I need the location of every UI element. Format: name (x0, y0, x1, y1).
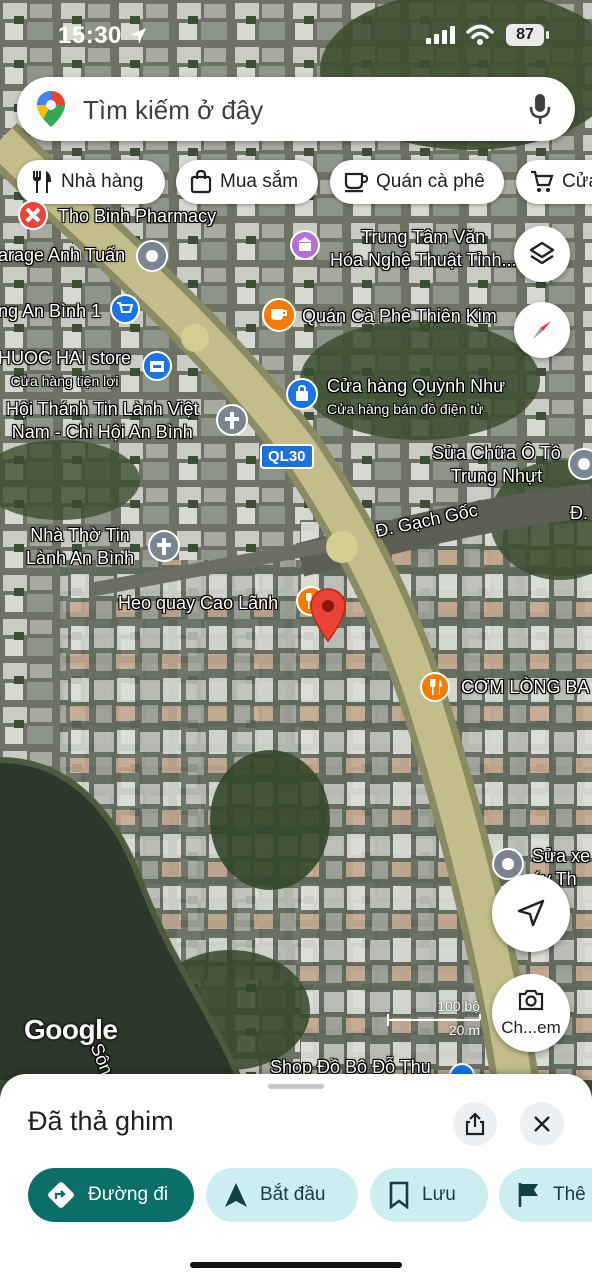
compass-icon (533, 321, 551, 339)
google-maps-pin-icon (37, 91, 65, 127)
battery-tip (546, 31, 549, 39)
directions-label: Đường đi (88, 1184, 169, 1205)
chip-label: Quán cà phê (376, 171, 485, 192)
coffee-cup-icon (344, 172, 368, 193)
chip-label: Nhà hàng (61, 171, 144, 192)
scale-bar (387, 1014, 481, 1026)
poi-store-hai[interactable]: HUOC HAI store Cửa hàng tiện lợi (0, 347, 131, 393)
poi-pharmacy[interactable]: Tho Binh Pharmacy (58, 205, 216, 228)
poi-evangelical-church[interactable]: Hội Thánh Tin Lành Việt Nam - Chi Hội An … (6, 398, 198, 444)
add-label-button[interactable]: Thê (499, 1168, 592, 1222)
google-logo: Google (24, 1014, 118, 1045)
navigation-arrow-icon (225, 1183, 247, 1207)
status-bar: 15:30 87 (0, 0, 592, 70)
sheet-drag-handle[interactable] (268, 1084, 324, 1089)
search-input[interactable]: Tìm kiếm ở đây (83, 95, 263, 126)
flag-icon (518, 1183, 538, 1207)
pin-icon[interactable] (136, 240, 168, 272)
layers-icon (529, 241, 555, 265)
close-icon (534, 1116, 550, 1132)
home-indicator[interactable] (190, 1262, 402, 1268)
store-icon[interactable] (142, 351, 172, 381)
share-button[interactable] (453, 1102, 497, 1146)
chip-cafes[interactable]: Quán cà phê (330, 160, 504, 204)
chip-stores[interactable]: Cửa (516, 160, 592, 204)
church-icon[interactable] (216, 404, 248, 436)
chip-restaurants[interactable]: Nhà hàng (17, 160, 165, 204)
sheet-title: Đã thả ghim (28, 1106, 174, 1136)
shopping-bag-icon (190, 170, 212, 194)
fork-knife-icon (33, 171, 51, 193)
bookmark-icon (389, 1181, 409, 1209)
location-arrow-icon (130, 28, 146, 44)
pin-icon[interactable] (568, 448, 592, 480)
road-badge-ql30: QL30 (260, 444, 314, 469)
coffee-icon[interactable] (262, 298, 296, 332)
chip-label: Cửa (562, 171, 592, 192)
poi-garage[interactable]: arage Anh Tuấn (0, 244, 125, 267)
directions-icon (48, 1182, 74, 1208)
museum-icon[interactable] (290, 230, 320, 260)
poi-quynh-nhu[interactable]: Cửa hàng Quỳnh Như Cửa hàng bán đồ điện … (327, 375, 505, 421)
map-scale: 100 bộ 20 m (386, 998, 482, 1040)
poi-car-repair[interactable]: Sửa Chữa Ô Tô Trung Nhựt (432, 442, 561, 488)
dropped-pin-icon[interactable] (310, 588, 346, 642)
church-icon[interactable] (148, 530, 180, 562)
camera-icon (518, 989, 544, 1011)
share-icon (465, 1112, 485, 1136)
layers-button[interactable] (514, 226, 570, 282)
poi-com-long[interactable]: CƠM LÒNG BA (461, 676, 589, 699)
chip-shopping[interactable]: Mua sắm (176, 160, 318, 204)
navigation-arrow-icon (517, 899, 545, 927)
microphone-icon[interactable] (529, 93, 551, 125)
wifi-icon (466, 24, 494, 45)
poi-grocery[interactable]: ng An Bình 1 (0, 300, 101, 323)
save-button[interactable]: Lưu (370, 1168, 488, 1222)
close-button[interactable] (520, 1102, 564, 1146)
save-label: Lưu (422, 1184, 456, 1205)
search-bar[interactable]: Tìm kiếm ở đây (17, 77, 575, 141)
start-label: Bắt đầu (260, 1184, 326, 1205)
shopping-cart-icon (531, 170, 554, 192)
poi-cultural-center[interactable]: Trung Tâm Văn Hóa Nghệ Thuật Tỉnh... (330, 226, 516, 272)
cellular-signal-icon (426, 26, 455, 44)
directions-button[interactable]: Đường đi (28, 1168, 194, 1222)
shopping-icon[interactable] (286, 378, 318, 410)
camera-search-button[interactable]: Ch...em (492, 974, 570, 1052)
bottom-sheet[interactable]: Đã thả ghim Đường đi Bắt đầu Lưu Thê (0, 1074, 592, 1280)
road-label-cut: Đ. (570, 503, 588, 523)
poi-cafe-thien-kim[interactable]: Quán Cà Phê Thiên Kim (302, 305, 497, 328)
pharmacy-icon[interactable] (18, 200, 48, 230)
cart-icon[interactable] (110, 294, 140, 324)
add-label-text: Thê (553, 1184, 586, 1205)
camera-search-label: Ch...em (501, 1018, 561, 1037)
start-button[interactable]: Bắt đầu (206, 1168, 358, 1222)
poi-church-an-binh[interactable]: Nhà Thờ Tin Lành An Bình (26, 524, 134, 570)
battery-level: 87 (506, 24, 544, 46)
my-location-button[interactable] (492, 874, 570, 952)
chip-label: Mua sắm (220, 171, 299, 192)
compass-button[interactable] (514, 302, 570, 358)
status-time: 15:30 (58, 22, 122, 49)
poi-heo-quay[interactable]: Heo quay Cao Lãnh (118, 592, 278, 615)
restaurant-icon[interactable] (420, 672, 450, 702)
